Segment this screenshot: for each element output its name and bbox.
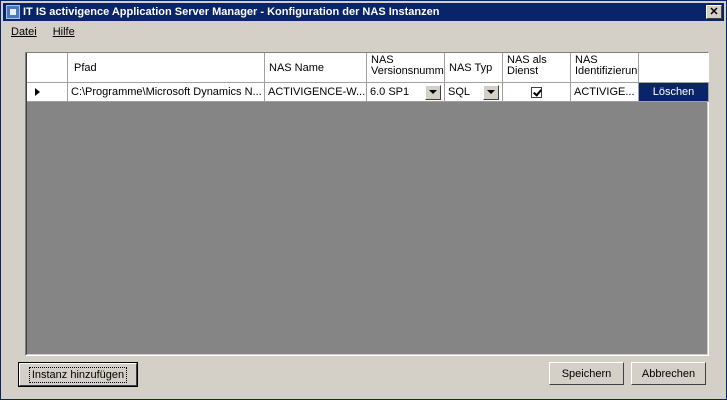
- save-button[interactable]: Speichern: [549, 362, 624, 385]
- title-bar[interactable]: IT IS activigence Application Server Man…: [3, 3, 724, 21]
- version-combobox[interactable]: 6.0 SP1: [367, 83, 445, 102]
- current-row-icon: [35, 88, 40, 96]
- cell-pfad[interactable]: C:\Programme\Microsoft Dynamics N...: [68, 83, 265, 102]
- cell-nas-ident[interactable]: ACTIVIGE...: [571, 83, 639, 102]
- column-header-pfad[interactable]: Pfad: [68, 53, 265, 83]
- window-title: IT IS activigence Application Server Man…: [23, 6, 440, 18]
- menu-hilfe[interactable]: Hilfe: [45, 26, 83, 38]
- menu-datei[interactable]: Datei: [3, 26, 45, 38]
- typ-combobox[interactable]: SQL: [445, 83, 503, 102]
- menu-bar: Datei Hilfe: [3, 23, 83, 41]
- cancel-button[interactable]: Abbrechen: [631, 362, 706, 385]
- close-button[interactable]: ✕: [706, 5, 722, 19]
- column-header-nas-version[interactable]: NAS Versionsnumm: [367, 53, 445, 83]
- column-header-nas-name[interactable]: NAS Name: [265, 53, 367, 83]
- chevron-down-icon: [429, 90, 437, 94]
- typ-dropdown-button[interactable]: [483, 84, 499, 100]
- cell-nas-dienst: [503, 83, 571, 102]
- version-dropdown-button[interactable]: [425, 84, 441, 100]
- add-instance-button[interactable]: Instanz hinzufügen: [18, 362, 138, 387]
- dienst-checkbox[interactable]: [531, 86, 542, 98]
- app-window: IT IS activigence Application Server Man…: [0, 0, 727, 400]
- chevron-down-icon: [487, 90, 495, 94]
- cell-nas-name[interactable]: ACTIVIGENCE-W...: [265, 83, 367, 102]
- row-selector[interactable]: [27, 83, 68, 102]
- column-header-nas-ident[interactable]: NAS Identifizierun: [571, 53, 639, 83]
- column-header-delete: [639, 53, 709, 83]
- row-header-corner: [27, 53, 68, 83]
- app-icon: [6, 5, 20, 19]
- delete-button[interactable]: Löschen: [639, 83, 709, 102]
- column-header-nas-typ[interactable]: NAS Typ: [445, 53, 503, 83]
- close-icon: ✕: [709, 5, 719, 18]
- column-header-nas-dienst[interactable]: NAS als Dienst: [503, 53, 571, 83]
- instances-grid[interactable]: Pfad NAS Name NAS Versionsnumm NAS Typ NA…: [25, 52, 709, 356]
